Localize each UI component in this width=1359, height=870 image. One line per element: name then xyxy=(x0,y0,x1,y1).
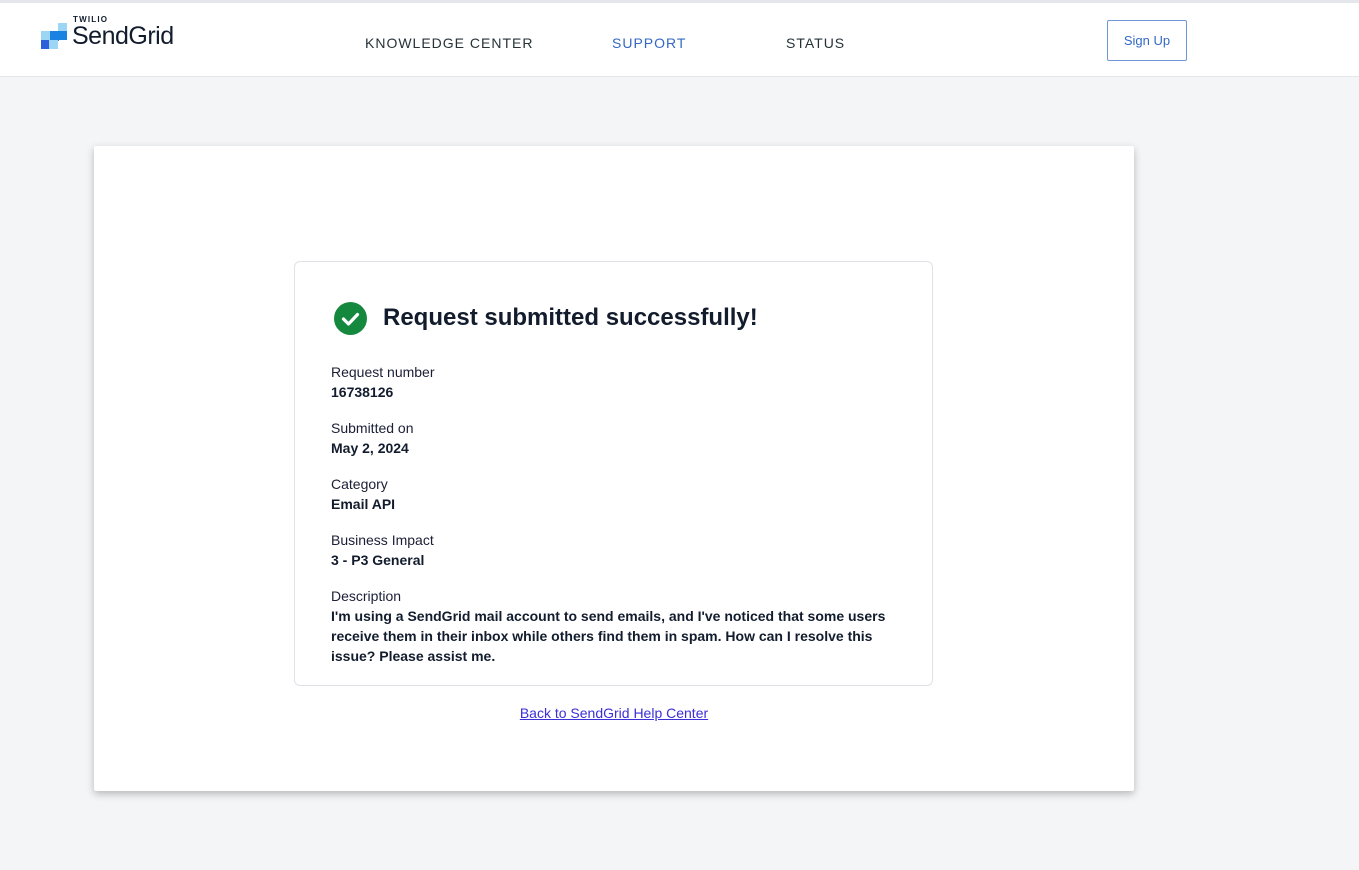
confirmation-title: Request submitted successfully! xyxy=(383,304,758,331)
sendgrid-logo[interactable]: TWILIO SendGrid xyxy=(41,15,201,55)
confirmation-panel: Request submitted successfully! Request … xyxy=(94,146,1134,791)
field-value: 16738126 xyxy=(331,384,394,400)
field-category: Category Email API xyxy=(331,474,901,514)
field-submitted-on: Submitted on May 2, 2024 xyxy=(331,418,901,458)
top-navigation-bar: TWILIO SendGrid KNOWLEDGE CENTER SUPPORT… xyxy=(0,0,1359,77)
field-label: Category xyxy=(331,476,388,492)
check-circle-icon xyxy=(334,302,367,335)
field-label: Submitted on xyxy=(331,420,414,436)
nav-support[interactable]: SUPPORT xyxy=(612,35,686,51)
field-label: Business Impact xyxy=(331,532,434,548)
field-business-impact: Business Impact 3 - P3 General xyxy=(331,530,901,570)
field-value: May 2, 2024 xyxy=(331,440,409,456)
field-value: 3 - P3 General xyxy=(331,552,425,568)
field-label: Request number xyxy=(331,364,435,380)
sign-up-button[interactable]: Sign Up xyxy=(1107,20,1187,61)
back-link-container: Back to SendGrid Help Center xyxy=(94,705,1134,721)
field-value: I'm using a SendGrid mail account to sen… xyxy=(331,608,886,664)
field-value: Email API xyxy=(331,496,396,512)
nav-knowledge-center[interactable]: KNOWLEDGE CENTER xyxy=(365,35,533,51)
sendgrid-logo-icon xyxy=(41,23,67,49)
back-to-help-center-link[interactable]: Back to SendGrid Help Center xyxy=(520,705,708,721)
logo-sendgrid-text: SendGrid xyxy=(72,22,174,50)
field-label: Description xyxy=(331,588,402,604)
field-request-number: Request number 16738126 xyxy=(331,362,901,402)
request-summary-card: Request submitted successfully! Request … xyxy=(294,261,933,686)
nav-status[interactable]: STATUS xyxy=(786,35,845,51)
field-description: Description I'm using a SendGrid mail ac… xyxy=(331,586,901,666)
